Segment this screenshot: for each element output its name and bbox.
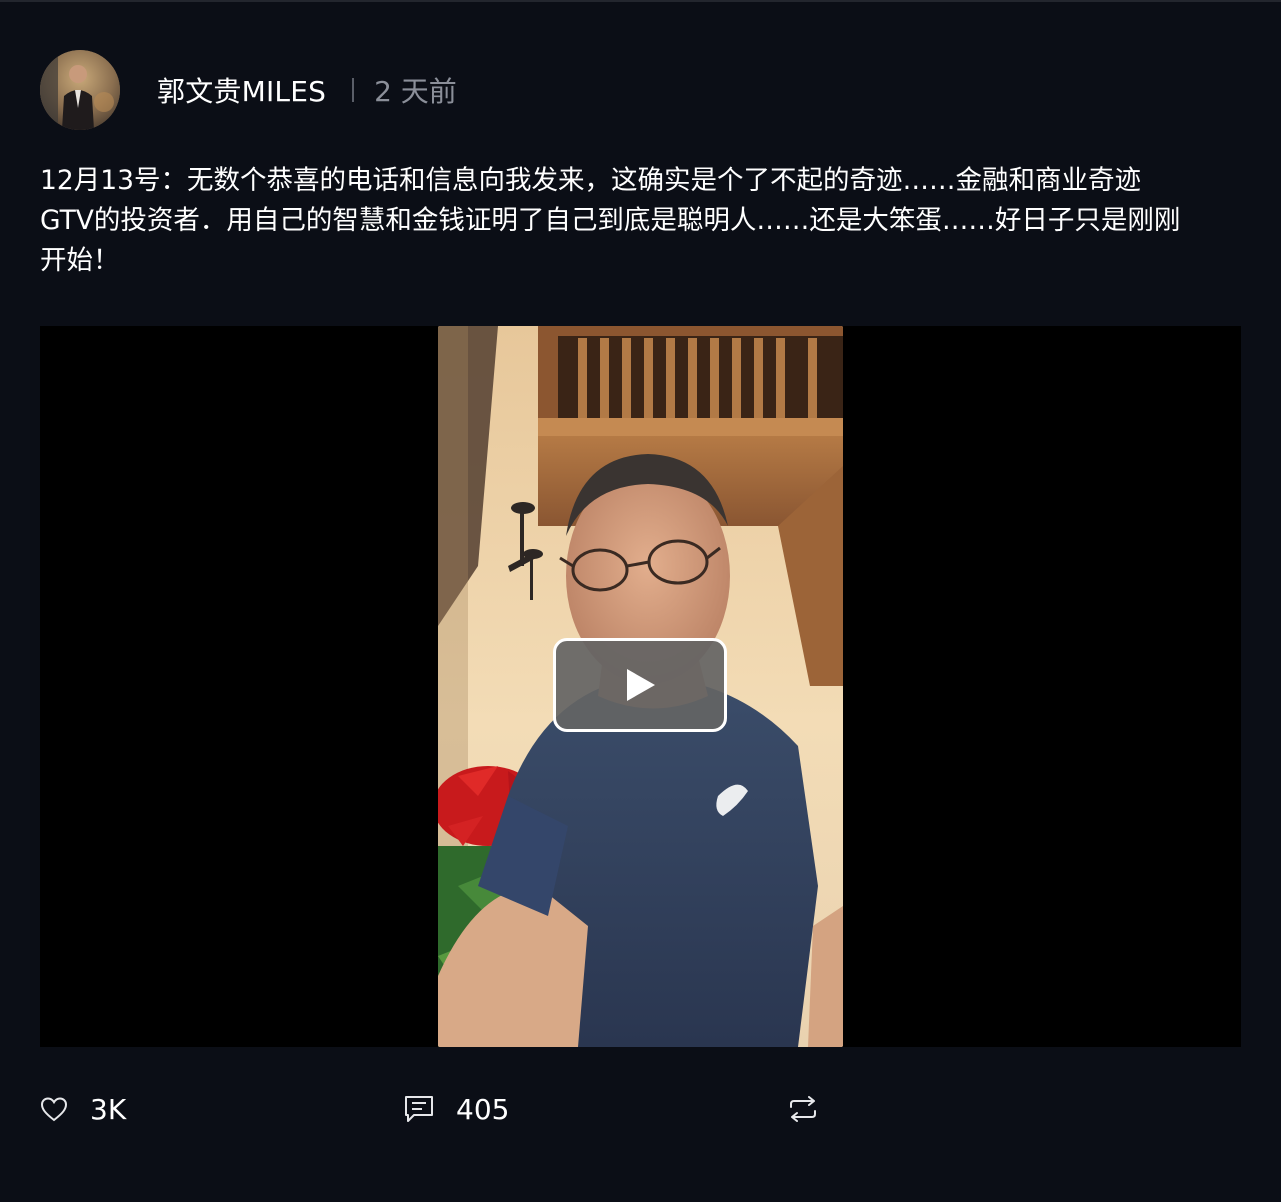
repost-button[interactable] [788,1088,818,1130]
video-player[interactable] [40,326,1241,1047]
post-header: 郭文贵MILES 2 天前 [40,50,457,130]
like-count: 3K [90,1092,127,1126]
play-icon [623,667,657,703]
author-name[interactable]: 郭文贵MILES [157,70,326,110]
heart-icon [40,1096,68,1122]
top-divider [0,0,1281,2]
post-body-text: 12月13号：无数个恭喜的电话和信息向我发来，这确实是个了不起的奇迹……金融和商… [40,165,1181,276]
like-button[interactable]: 3K [40,1088,126,1130]
comment-count: 405 [456,1092,510,1126]
repost-icon [788,1096,818,1122]
comment-icon [404,1095,434,1123]
header-separator [352,78,355,102]
post-timestamp: 2 天前 [374,75,457,108]
play-button[interactable] [553,638,727,732]
avatar[interactable] [40,50,120,130]
post-actions: 3K 405 [40,1088,840,1130]
comment-button[interactable]: 405 [404,1088,509,1130]
